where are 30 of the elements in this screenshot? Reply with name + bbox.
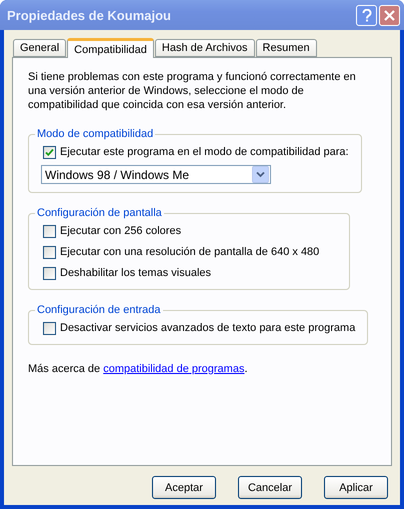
checkbox-label[interactable]: Desactivar servicios avanzados de texto para este programa: [60, 322, 356, 334]
tab[interactable]: Compatibilidad: [67, 38, 154, 58]
tab[interactable]: General: [13, 39, 66, 57]
tab[interactable]: Hash de Archivos: [154, 39, 255, 57]
checkbox-label[interactable]: Ejecutar con una resolución de pantalla de 640 x 480: [60, 246, 320, 258]
checkbox[interactable]: [43, 266, 56, 280]
close-button[interactable]: [379, 4, 400, 26]
checkbox[interactable]: [43, 322, 56, 334]
version-dropdown[interactable]: Windows 98 / Windows Me: [41, 165, 271, 184]
checkbox[interactable]: [43, 224, 56, 238]
group-title: Configuración de pantalla: [36, 207, 163, 219]
group-title: Configuración de entrada: [36, 304, 162, 316]
help-button[interactable]: [356, 4, 377, 26]
checkbox-label[interactable]: Ejecutar este programa en el modo de compatibilidad para:: [60, 146, 349, 158]
checkbox-label[interactable]: Deshabilitar los temas visuales: [60, 267, 212, 279]
intro-text: Si tiene problemas con este programa y funcionó correctamente en una versión anterior de Windows, seleccione el modo de compatibilidad que coincida con esa versión anterior.: [28, 70, 357, 112]
dialog-button[interactable]: Aceptar: [152, 476, 216, 499]
checkbox[interactable]: [43, 146, 56, 158]
group-title: Modo de compatibilidad: [36, 128, 154, 140]
checkbox-label[interactable]: Ejecutar con 256 colores: [60, 225, 182, 237]
more-info-text: Más acerca de compatibilidad de programas.: [28, 363, 249, 375]
dialog-button[interactable]: Cancelar: [238, 476, 302, 499]
window-title: Propiedades de Koumajou: [7, 8, 172, 22]
close-icon: [384, 10, 395, 20]
checkbox[interactable]: [43, 246, 56, 258]
chevron-down-icon[interactable]: [252, 166, 269, 183]
help-icon: [362, 8, 372, 22]
dialog-button[interactable]: Aplicar: [324, 476, 388, 499]
tab[interactable]: Resumen: [256, 39, 317, 57]
compatibility-link[interactable]: compatibilidad de programas: [103, 363, 244, 375]
